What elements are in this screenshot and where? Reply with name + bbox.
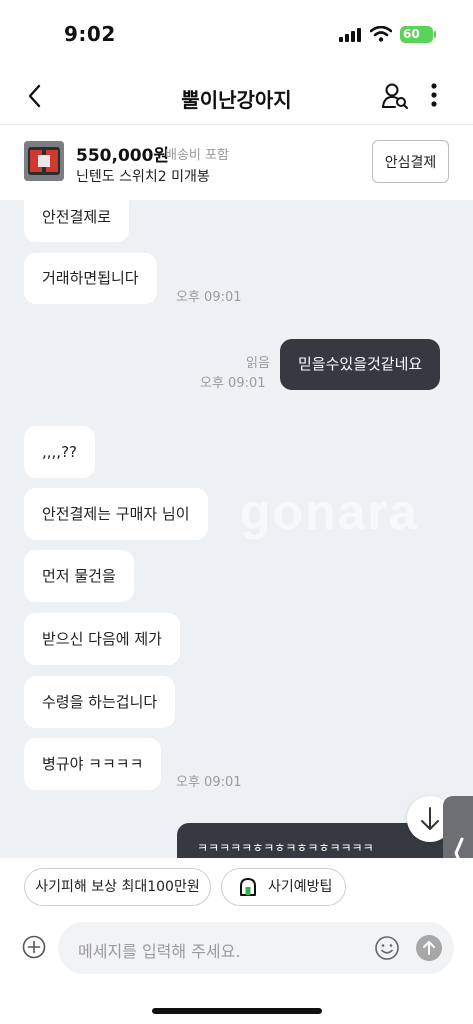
shipping-label: 배송비 포함 [165,148,229,163]
message-time: 오후 09:01 [176,775,242,790]
product-name: 닌텐도 스위치2 미개봉 [76,169,210,185]
message-time: 오후 09:01 [200,376,266,391]
quick-chips: 사기피해 보상 최대100만원 사기예방팁 [0,858,473,918]
chevron-left-icon [454,837,464,858]
battery-indicator: 60 [400,26,436,43]
chip-label: 사기피해 보상 최대100만원 [35,879,200,895]
read-receipt: 읽음 [246,356,270,371]
fraud-compensation-chip[interactable]: 사기피해 보상 최대100만원 [24,868,211,906]
message-bubble: 거래하면됩니다 [24,253,157,304]
message-input[interactable]: 메세지를 입력해 주세요. [58,922,454,974]
wifi-icon [370,26,392,42]
watermark: gonara [240,484,419,540]
my-message-bubble: 믿을수있을것같네요 [280,339,441,390]
message-time: 오후 09:01 [176,290,242,305]
chat-header: 뿔이난강아지 [0,70,473,124]
message-bubble: 먼저 물건을 [24,550,134,602]
user-search-icon[interactable] [381,82,409,110]
product-price: 550,000원 [76,146,170,166]
send-button[interactable] [416,935,442,961]
message-bubble: 병규야 ㅋㅋㅋㅋ [24,738,162,790]
message-bubble: 받으신 다음에 제가 [24,613,180,665]
more-vertical-icon[interactable] [424,82,444,110]
shield-icon [240,878,256,896]
message-composer: 메세지를 입력해 주세요. [0,918,473,1024]
cellular-signal-icon [339,28,363,42]
product-bar: 550,000원 배송비 포함 닌텐도 스위치2 미개봉 안심결제 [0,124,473,200]
home-indicator [152,1008,322,1014]
status-time: 9:02 [64,22,116,46]
message-bubble: ,,,,?? [24,426,95,478]
emoji-icon[interactable] [374,935,400,961]
safe-payment-button[interactable]: 안심결제 [372,140,449,183]
battery-level: 60 [403,27,420,41]
fraud-tips-chip[interactable]: 사기예방팁 [221,868,346,906]
arrow-up-icon [423,941,435,955]
product-thumbnail[interactable] [24,141,64,181]
message-input-placeholder: 메세지를 입력해 주세요. [78,942,241,961]
status-bar: 9:02 60 [0,0,473,70]
message-bubble: 수령을 하는겁니다 [24,676,176,728]
side-panel-handle[interactable] [443,796,473,858]
plus-circle-icon[interactable] [22,935,46,959]
chat-area[interactable]: gonara 안전결제로 거래하면됩니다 오후 09:01 읽음 오후 09:0… [0,200,473,858]
chip-label: 사기예방팁 [268,879,333,895]
message-bubble: 안전결제는 구매자 님이 [24,488,208,540]
message-bubble: 안전결제로 [24,200,130,242]
